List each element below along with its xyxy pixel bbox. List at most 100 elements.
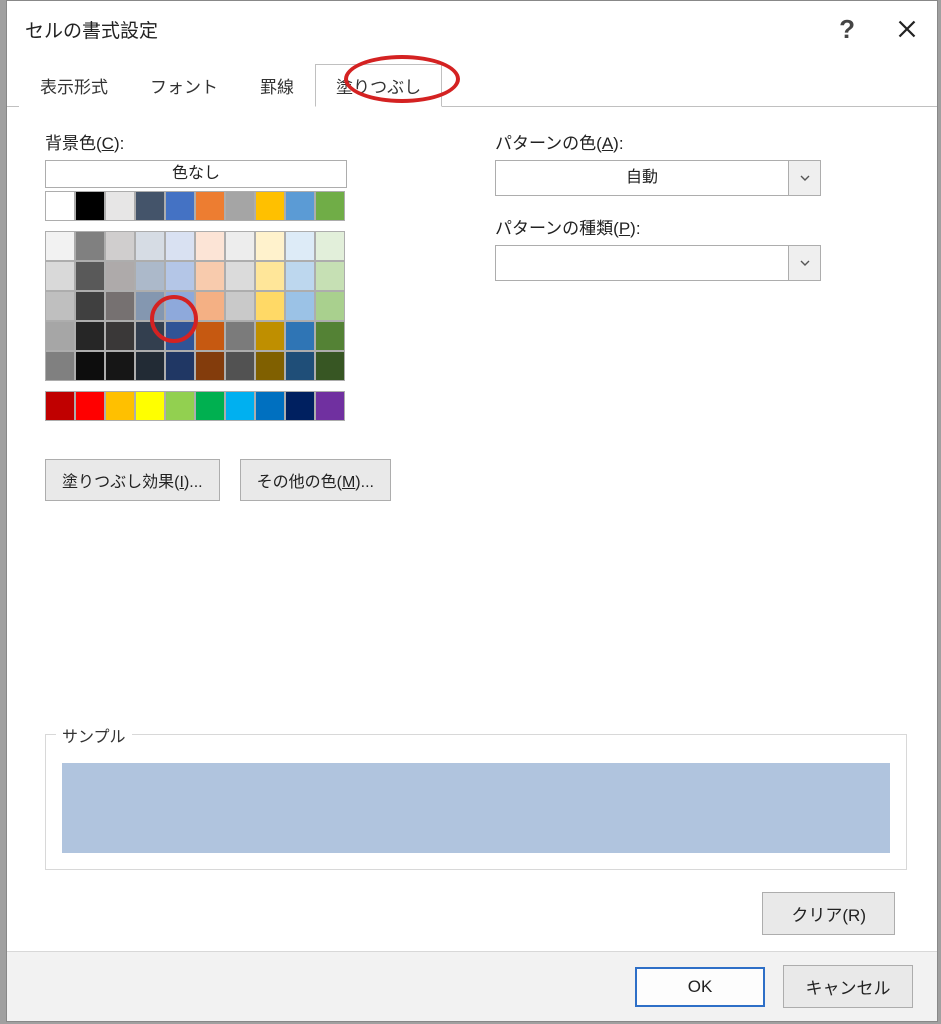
color-swatch[interactable] xyxy=(135,291,165,321)
color-swatch[interactable] xyxy=(105,291,135,321)
color-swatch[interactable] xyxy=(195,191,225,221)
pattern-color-dropdown[interactable]: 自動 xyxy=(495,160,821,196)
color-swatch[interactable] xyxy=(315,321,345,351)
color-swatch[interactable] xyxy=(135,351,165,381)
color-swatch[interactable] xyxy=(165,231,195,261)
chevron-down-icon xyxy=(788,161,820,195)
sample-group: サンプル xyxy=(45,734,907,870)
color-swatch[interactable] xyxy=(105,391,135,421)
color-swatch[interactable] xyxy=(315,261,345,291)
color-swatch[interactable] xyxy=(135,191,165,221)
titlebar: セルの書式設定 ? xyxy=(7,1,937,57)
color-swatch[interactable] xyxy=(255,231,285,261)
color-swatch[interactable] xyxy=(75,191,105,221)
color-swatch[interactable] xyxy=(105,321,135,351)
color-swatch[interactable] xyxy=(135,391,165,421)
no-color-button[interactable]: 色なし xyxy=(45,160,347,188)
color-swatch[interactable] xyxy=(225,321,255,351)
cancel-button[interactable]: キャンセル xyxy=(783,965,913,1008)
color-swatch[interactable] xyxy=(75,291,105,321)
color-swatch[interactable] xyxy=(255,391,285,421)
color-swatch[interactable] xyxy=(255,291,285,321)
color-swatch[interactable] xyxy=(75,321,105,351)
color-swatch[interactable] xyxy=(315,191,345,221)
color-swatch[interactable] xyxy=(75,261,105,291)
color-swatch[interactable] xyxy=(45,321,75,351)
color-swatch[interactable] xyxy=(315,351,345,381)
close-icon[interactable] xyxy=(895,17,919,41)
color-swatch[interactable] xyxy=(225,231,255,261)
color-swatch[interactable] xyxy=(105,191,135,221)
fill-effects-button[interactable]: 塗りつぶし効果(I)... xyxy=(45,459,220,501)
fill-tab-content: 背景色(C): 色なし 塗りつぶし効果(I)... その他の色(M)... xyxy=(7,107,937,951)
color-swatch[interactable] xyxy=(165,191,195,221)
color-swatch[interactable] xyxy=(45,261,75,291)
color-swatch[interactable] xyxy=(45,391,75,421)
color-swatch[interactable] xyxy=(225,351,255,381)
tab-fill[interactable]: 塗りつぶし xyxy=(315,64,442,107)
color-swatch[interactable] xyxy=(255,191,285,221)
color-swatch[interactable] xyxy=(165,321,195,351)
color-swatch[interactable] xyxy=(285,351,315,381)
tab-border[interactable]: 罫線 xyxy=(239,64,315,107)
color-swatch[interactable] xyxy=(75,391,105,421)
color-swatch[interactable] xyxy=(255,321,285,351)
chevron-down-icon xyxy=(788,246,820,280)
tab-bar: 表示形式 フォント 罫線 塗りつぶし xyxy=(7,57,937,107)
color-swatch[interactable] xyxy=(285,391,315,421)
tab-number-format[interactable]: 表示形式 xyxy=(19,64,129,107)
color-swatch[interactable] xyxy=(195,391,225,421)
format-cells-dialog: セルの書式設定 ? 表示形式 フォント 罫線 塗りつぶし 背景色(C): 色なし xyxy=(6,0,938,1022)
color-swatch[interactable] xyxy=(45,291,75,321)
color-swatch[interactable] xyxy=(135,231,165,261)
sample-label: サンプル xyxy=(56,723,132,747)
color-swatch[interactable] xyxy=(285,261,315,291)
tab-font[interactable]: フォント xyxy=(129,64,239,107)
color-swatch[interactable] xyxy=(195,321,225,351)
color-swatch[interactable] xyxy=(195,231,225,261)
color-swatch[interactable] xyxy=(285,291,315,321)
color-swatch[interactable] xyxy=(45,351,75,381)
pattern-style-label: パターンの種類(P): xyxy=(495,214,907,239)
dialog-footer: OK キャンセル xyxy=(7,951,937,1021)
color-swatch[interactable] xyxy=(225,391,255,421)
pattern-color-label: パターンの色(A): xyxy=(495,129,907,154)
color-swatch[interactable] xyxy=(45,191,75,221)
color-swatch[interactable] xyxy=(195,291,225,321)
color-swatch[interactable] xyxy=(165,291,195,321)
color-swatch[interactable] xyxy=(225,261,255,291)
color-swatch[interactable] xyxy=(105,351,135,381)
color-swatch[interactable] xyxy=(135,261,165,291)
color-swatch[interactable] xyxy=(285,191,315,221)
color-swatch[interactable] xyxy=(225,191,255,221)
color-swatch[interactable] xyxy=(45,231,75,261)
color-swatch[interactable] xyxy=(255,351,285,381)
color-swatch[interactable] xyxy=(75,351,105,381)
pattern-style-value xyxy=(496,246,788,280)
color-swatch[interactable] xyxy=(105,231,135,261)
color-swatch[interactable] xyxy=(135,321,165,351)
color-swatch[interactable] xyxy=(285,231,315,261)
color-swatch[interactable] xyxy=(75,231,105,261)
color-swatch[interactable] xyxy=(315,391,345,421)
sample-swatch xyxy=(62,763,890,853)
clear-button[interactable]: クリア(R) xyxy=(762,892,895,935)
pattern-style-dropdown[interactable] xyxy=(495,245,821,281)
color-palette xyxy=(45,191,365,421)
ok-button[interactable]: OK xyxy=(635,967,765,1007)
dialog-title: セルの書式設定 xyxy=(25,16,839,43)
help-icon[interactable]: ? xyxy=(839,14,855,45)
color-swatch[interactable] xyxy=(315,291,345,321)
color-swatch[interactable] xyxy=(285,321,315,351)
color-swatch[interactable] xyxy=(105,261,135,291)
more-colors-button[interactable]: その他の色(M)... xyxy=(240,459,391,501)
color-swatch[interactable] xyxy=(165,391,195,421)
color-swatch[interactable] xyxy=(225,291,255,321)
pattern-color-value: 自動 xyxy=(496,161,788,195)
color-swatch[interactable] xyxy=(255,261,285,291)
color-swatch[interactable] xyxy=(165,261,195,291)
color-swatch[interactable] xyxy=(195,261,225,291)
color-swatch[interactable] xyxy=(195,351,225,381)
color-swatch[interactable] xyxy=(315,231,345,261)
color-swatch[interactable] xyxy=(165,351,195,381)
